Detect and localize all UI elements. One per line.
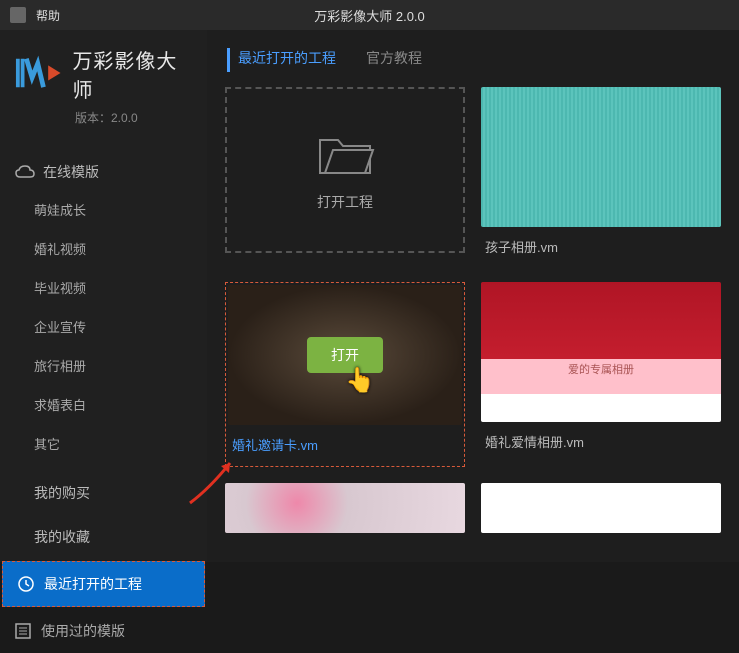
nav-online-templates: 在线模版 萌娃成长 婚礼视频 毕业视频 企业宣传 旅行相册 求婚表白 其它 [0, 146, 207, 471]
content-area: 最近打开的工程 官方教程 打开工程 孩子相册.vm 打开 👆 婚礼邀请卡.vm [207, 30, 739, 562]
card-label: 婚礼邀请卡.vm [228, 425, 462, 464]
titlebar: 帮助 万彩影像大师 2.0.0 [0, 0, 739, 30]
project-card[interactable]: 爱的专属相册 婚礼爱情相册.vm [481, 282, 721, 467]
tab-recent[interactable]: 最近打开的工程 [227, 48, 336, 72]
main-area: 万彩影像大师 版本：2.0.0 在线模版 萌娃成长 婚礼视频 毕业视频 企业宣传… [0, 30, 739, 562]
sidebar-item-enterprise[interactable]: 企业宣传 [0, 307, 207, 346]
window-title: 万彩影像大师 2.0.0 [314, 6, 425, 25]
version-label: 版本：2.0.0 [75, 109, 192, 126]
nav-header-label: 在线模版 [43, 162, 99, 182]
cursor-icon: 👆 [345, 366, 375, 395]
thumbnail [481, 483, 721, 533]
tab-official[interactable]: 官方教程 [366, 48, 422, 72]
sidebar: 万彩影像大师 版本：2.0.0 在线模版 萌娃成长 婚礼视频 毕业视频 企业宣传… [0, 30, 207, 562]
project-card-partial[interactable] [225, 483, 465, 533]
card-label: 婚礼爱情相册.vm [481, 422, 721, 461]
app-icon [10, 7, 26, 23]
sidebar-item-proposal[interactable]: 求婚表白 [0, 385, 207, 424]
sidebar-item-used-templates[interactable]: 使用过的模版 [0, 609, 207, 653]
help-menu[interactable]: 帮助 [36, 7, 60, 24]
thumb-caption: 爱的专属相册 [568, 361, 634, 377]
thumbnail: 打开 👆 [228, 285, 462, 425]
sidebar-item-recent-projects[interactable]: 最近打开的工程 [2, 561, 205, 607]
thumbnail [481, 87, 721, 227]
tabs: 最近打开的工程 官方教程 [217, 30, 729, 87]
logo-icon [15, 54, 62, 94]
sidebar-item-purchase[interactable]: 我的购买 [0, 471, 207, 515]
cloud-icon [15, 165, 35, 179]
nav-used-label: 使用过的模版 [41, 621, 125, 641]
sidebar-item-wedding[interactable]: 婚礼视频 [0, 229, 207, 268]
open-project-tile[interactable]: 打开工程 [225, 87, 465, 253]
project-card[interactable]: 孩子相册.vm [481, 87, 721, 266]
sidebar-item-kids[interactable]: 萌娃成长 [0, 190, 207, 229]
project-card-selected[interactable]: 打开 👆 婚礼邀请卡.vm [225, 282, 465, 467]
nav-recent-label: 最近打开的工程 [44, 574, 142, 594]
sidebar-item-other[interactable]: 其它 [0, 424, 207, 463]
logo-area: 万彩影像大师 版本：2.0.0 [0, 30, 207, 146]
card-label: 孩子相册.vm [481, 227, 721, 266]
open-project-label: 打开工程 [317, 192, 373, 212]
project-grid: 打开工程 孩子相册.vm 打开 👆 婚礼邀请卡.vm 爱的专属相册 婚礼爱情相册… [217, 87, 729, 533]
project-card-partial[interactable] [481, 483, 721, 533]
sidebar-item-graduation[interactable]: 毕业视频 [0, 268, 207, 307]
clock-icon [18, 576, 34, 592]
list-icon [15, 623, 31, 639]
sidebar-item-favorites[interactable]: 我的收藏 [0, 515, 207, 559]
nav-header-online[interactable]: 在线模版 [0, 154, 207, 190]
sidebar-item-travel[interactable]: 旅行相册 [0, 346, 207, 385]
thumbnail: 爱的专属相册 [481, 282, 721, 422]
thumbnail [225, 483, 465, 533]
folder-icon [315, 128, 375, 178]
logo-text: 万彩影像大师 [72, 45, 192, 103]
